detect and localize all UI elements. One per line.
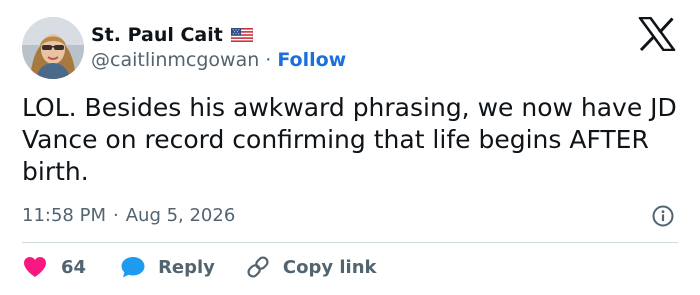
display-name[interactable]: St. Paul Cait: [91, 24, 223, 46]
divider: [22, 242, 678, 243]
author-handle-row: @caitlinmcgowan · Follow: [91, 47, 346, 73]
us-flag-icon: [230, 28, 253, 42]
tweet-card: St. Paul Cait @caitlinmcgowan · Follow L…: [0, 0, 700, 295]
action-bar: 64 Reply Copy link: [22, 252, 377, 282]
speech-bubble-icon: [120, 255, 146, 279]
link-icon: [245, 255, 271, 279]
reply-label: Reply: [158, 256, 215, 278]
reply-button[interactable]: Reply: [120, 255, 215, 279]
like-count: 64: [61, 256, 87, 278]
copy-link-button[interactable]: Copy link: [245, 255, 377, 279]
author-handle[interactable]: @caitlinmcgowan: [91, 49, 259, 71]
timestamp-separator: ·: [112, 204, 119, 226]
info-icon[interactable]: [651, 204, 675, 228]
x-logo-icon[interactable]: [638, 17, 676, 51]
tweet-date: Aug 5, 2026: [125, 204, 236, 226]
avatar[interactable]: [22, 17, 84, 79]
tweet-timestamp[interactable]: 11:58 PM · Aug 5, 2026: [22, 202, 235, 228]
like-button[interactable]: 64: [22, 255, 86, 279]
heart-icon: [22, 255, 48, 279]
handle-separator: ·: [265, 49, 272, 71]
follow-button[interactable]: Follow: [277, 49, 346, 71]
tweet-time: 11:58 PM: [22, 204, 106, 226]
author-name-row: St. Paul Cait: [91, 22, 253, 48]
tweet-text: LOL. Besides his awkward phrasing, we no…: [22, 93, 677, 186]
copy-link-label: Copy link: [282, 256, 377, 278]
